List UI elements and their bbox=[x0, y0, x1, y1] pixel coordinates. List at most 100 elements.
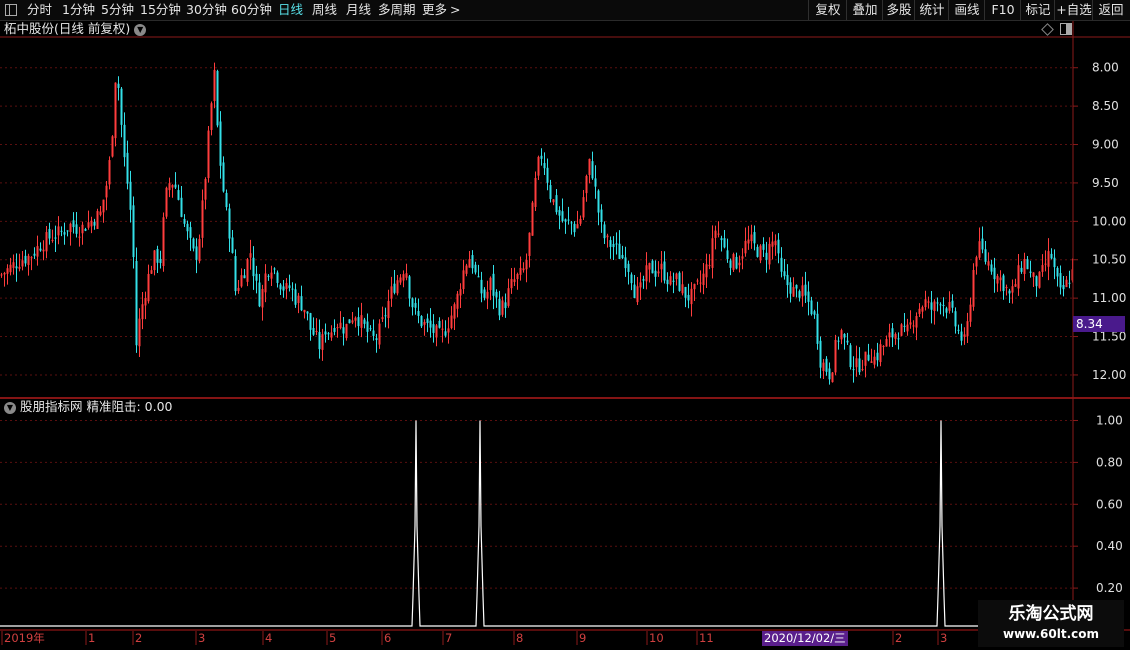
candle-up bbox=[918, 308, 921, 314]
candle-down bbox=[816, 313, 819, 344]
time-axis-label: 9 bbox=[579, 631, 586, 645]
candle-down bbox=[483, 289, 486, 298]
price-axis-label: 8.50 bbox=[1092, 99, 1119, 113]
candle-down bbox=[828, 368, 831, 380]
candle-down bbox=[333, 328, 336, 332]
candle-up bbox=[321, 334, 324, 350]
indicator-axis-label: 0.40 bbox=[1096, 539, 1123, 553]
chart-canvas[interactable]: 12.0011.5011.0010.5010.009.509.008.508.0… bbox=[0, 0, 1130, 650]
candle-down bbox=[498, 298, 501, 316]
candle-up bbox=[771, 241, 774, 247]
candle-down bbox=[414, 303, 417, 308]
candle-up bbox=[69, 223, 72, 232]
tab-5min[interactable]: 5分钟 bbox=[101, 0, 134, 20]
candle-up bbox=[747, 239, 750, 244]
tab-more[interactable]: 更多 bbox=[422, 0, 447, 20]
candle-up bbox=[270, 272, 273, 279]
more-chevron-icon[interactable]: > bbox=[450, 0, 460, 20]
chevron-down-icon[interactable]: ▼ bbox=[134, 24, 147, 36]
candle-down bbox=[63, 232, 66, 235]
overlay-button[interactable]: 叠加 bbox=[846, 0, 883, 20]
statistics-button[interactable]: 统计 bbox=[914, 0, 949, 20]
tab-30min[interactable]: 30分钟 bbox=[186, 0, 227, 20]
candle-up bbox=[648, 263, 651, 270]
candle-down bbox=[54, 237, 57, 239]
candle-up bbox=[513, 279, 516, 282]
candle-up bbox=[489, 277, 492, 291]
candle-up bbox=[1023, 258, 1026, 274]
candle-up bbox=[210, 103, 213, 130]
candle-down bbox=[327, 333, 330, 335]
candle-down bbox=[1026, 259, 1029, 270]
candle-down bbox=[480, 279, 483, 294]
candle-up bbox=[900, 324, 903, 336]
candle-up bbox=[465, 265, 468, 274]
candle-up bbox=[405, 273, 408, 278]
chevron-down-icon[interactable]: ▼ bbox=[4, 402, 16, 414]
candle-down bbox=[654, 270, 657, 277]
time-axis-label: 10 bbox=[649, 631, 664, 645]
candle-up bbox=[966, 321, 969, 337]
crosshair-date-label: 2020/12/02/三 bbox=[762, 631, 848, 646]
tab-weekly[interactable]: 周线 bbox=[312, 0, 337, 20]
candle-down bbox=[612, 244, 615, 248]
candle-up bbox=[639, 282, 642, 288]
candle-down bbox=[567, 219, 570, 221]
candle-up bbox=[360, 315, 363, 328]
add-watchlist-button[interactable]: +自选 bbox=[1054, 0, 1093, 20]
candle-up bbox=[21, 260, 24, 267]
candle-up bbox=[105, 185, 108, 198]
tab-60min[interactable]: 60分钟 bbox=[231, 0, 272, 20]
candle-down bbox=[33, 253, 36, 256]
candle-up bbox=[921, 307, 924, 312]
candle-down bbox=[789, 282, 792, 294]
time-axis-label: 4 bbox=[265, 631, 272, 645]
candle-up bbox=[402, 274, 405, 281]
panel-layout-icon[interactable] bbox=[1060, 23, 1072, 35]
candle-down bbox=[939, 304, 942, 306]
candle-down bbox=[825, 358, 828, 372]
candle-up bbox=[165, 187, 168, 217]
candle-down bbox=[633, 284, 636, 298]
candle-down bbox=[1008, 290, 1011, 294]
tab-multi-period[interactable]: 多周期 bbox=[378, 0, 416, 20]
candle-up bbox=[507, 288, 510, 306]
stock-name-period: 柘中股份(日线 前复权) bbox=[4, 21, 131, 36]
tab-fenshi[interactable]: 分时 bbox=[27, 0, 52, 20]
f10-button[interactable]: F10 bbox=[984, 0, 1021, 20]
candle-down bbox=[1053, 257, 1056, 268]
tab-monthly[interactable]: 月线 bbox=[346, 0, 371, 20]
candle-up bbox=[336, 327, 339, 329]
candle-up bbox=[972, 270, 975, 307]
restore-rights-button[interactable]: 复权 bbox=[808, 0, 847, 20]
candle-up bbox=[681, 284, 684, 294]
tab-1min[interactable]: 1分钟 bbox=[62, 0, 95, 20]
candle-up bbox=[645, 265, 648, 282]
candle-down bbox=[504, 302, 507, 309]
candle-up bbox=[861, 369, 864, 371]
candle-up bbox=[708, 265, 711, 267]
multi-stock-button[interactable]: 多股 bbox=[882, 0, 915, 20]
candle-up bbox=[264, 273, 267, 293]
tab-15min[interactable]: 15分钟 bbox=[140, 0, 181, 20]
candle-up bbox=[12, 262, 15, 268]
back-button[interactable]: 返回 bbox=[1092, 0, 1129, 20]
candle-down bbox=[93, 222, 96, 226]
candle-down bbox=[603, 224, 606, 239]
candle-up bbox=[855, 358, 858, 368]
draw-line-button[interactable]: 画线 bbox=[948, 0, 985, 20]
candle-down bbox=[684, 287, 687, 298]
candle-up bbox=[453, 304, 456, 319]
mark-button[interactable]: 标记 bbox=[1020, 0, 1055, 20]
indicator-axis-label: 0.80 bbox=[1096, 455, 1123, 469]
candle-up bbox=[831, 372, 834, 383]
candle-down bbox=[720, 238, 723, 241]
candle-up bbox=[927, 301, 930, 303]
candle-up bbox=[1014, 284, 1017, 287]
tab-daily[interactable]: 日线 bbox=[278, 0, 303, 20]
candle-down bbox=[795, 284, 798, 289]
layout-toggle-icon[interactable] bbox=[5, 4, 17, 16]
candle-up bbox=[171, 185, 174, 188]
candle-up bbox=[1038, 271, 1041, 288]
candle-down bbox=[618, 243, 621, 259]
